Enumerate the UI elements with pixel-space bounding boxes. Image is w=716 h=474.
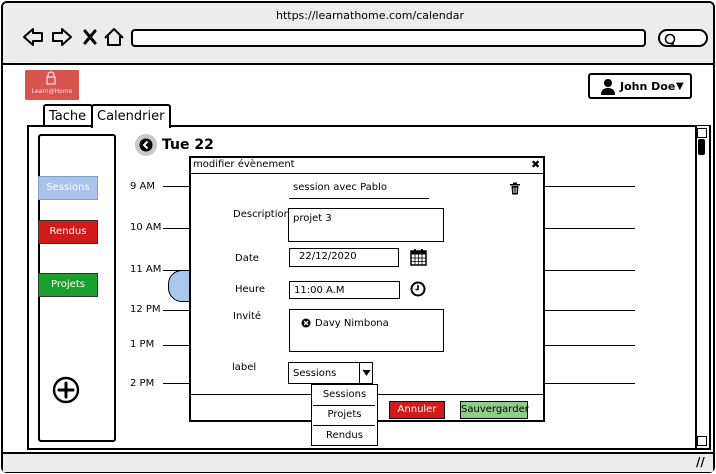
date-value: 22/12/2020 — [299, 251, 357, 262]
hour-line — [545, 228, 635, 229]
dropdown-divider — [313, 405, 375, 406]
hour-line — [163, 228, 191, 229]
date-label: Date — [235, 253, 259, 264]
chevron-down-icon — [359, 363, 373, 383]
title-underline — [289, 198, 429, 199]
label-rendus-button[interactable]: Rendus — [38, 220, 98, 244]
label-text: Sessions — [46, 182, 90, 193]
vertical-scrollbar[interactable] — [695, 126, 709, 448]
save-button[interactable]: Sauvergarder — [460, 401, 529, 419]
label-text: Projets — [51, 279, 85, 290]
address-bar[interactable] — [131, 29, 646, 47]
day-title: Tue 22 — [162, 137, 214, 153]
trash-icon[interactable] — [509, 182, 521, 195]
search-field[interactable] — [658, 29, 708, 47]
cancel-label: Annuler — [397, 404, 437, 415]
hour-line — [545, 383, 635, 384]
hour-label: 9 AM — [130, 181, 156, 192]
dropdown-divider — [313, 425, 375, 426]
forward-arrow-icon[interactable] — [51, 24, 73, 50]
dropdown-option-rendus[interactable]: Rendus — [311, 430, 378, 441]
chevron-down-icon: ▼ — [676, 81, 684, 92]
close-x-icon[interactable] — [82, 24, 98, 50]
previous-day-button[interactable] — [135, 134, 157, 156]
user-name: John Doe — [620, 80, 676, 93]
hour-label: 1 PM — [130, 339, 155, 350]
label-sessions-button[interactable]: Sessions — [38, 176, 98, 200]
tab-tache[interactable]: Tache — [43, 104, 93, 126]
time-label: Heure — [235, 284, 266, 295]
tab-calendrier[interactable]: Calendrier — [91, 104, 171, 128]
scroll-up-button[interactable] — [697, 128, 707, 138]
cancel-button[interactable]: Annuler — [389, 401, 445, 419]
invitee-name: Davy Nimbona — [315, 318, 389, 329]
hour-line — [545, 186, 635, 187]
hour-line — [163, 383, 191, 384]
user-icon — [601, 79, 615, 95]
close-icon[interactable]: ✖ — [531, 158, 540, 171]
home-icon[interactable] — [103, 24, 125, 50]
invitee-list[interactable]: Davy Nimbona — [289, 309, 444, 352]
tab-label: Calendrier — [97, 109, 165, 124]
hour-line — [545, 310, 635, 311]
dropdown-option-projets[interactable]: Projets — [311, 409, 378, 420]
resize-grip-icon[interactable]: // — [696, 455, 705, 469]
page-url: https://learnathome.com/calendar — [275, 9, 465, 22]
hour-label: 12 PM — [130, 304, 161, 315]
invite-label: Invité — [233, 311, 262, 322]
hour-line — [163, 186, 191, 187]
remove-invitee-icon[interactable] — [301, 318, 311, 328]
user-menu-dropdown[interactable]: John Doe ▼ — [588, 73, 692, 99]
clock-icon[interactable] — [410, 281, 426, 297]
label-projets-button[interactable]: Projets — [38, 273, 98, 297]
label-select-value: Sessions — [293, 368, 337, 379]
event-title-field[interactable]: session avec Pablo — [293, 182, 387, 193]
hour-line — [545, 345, 635, 346]
plus-circle-icon[interactable] — [52, 376, 80, 404]
logo-text: Learn@Home — [31, 88, 73, 95]
chevron-left-icon — [139, 138, 153, 152]
hour-label: 11 AM — [130, 264, 162, 275]
calendar-icon[interactable] — [410, 248, 427, 266]
dropdown-option-sessions[interactable]: Sessions — [311, 389, 378, 400]
modal-title: modifier évènement — [193, 159, 295, 170]
date-input[interactable]: 22/12/2020 — [289, 248, 399, 267]
back-arrow-icon[interactable] — [22, 24, 44, 50]
browser-status-bar — [3, 452, 713, 472]
time-input[interactable]: 11:00 A.M — [289, 281, 400, 299]
app-logo[interactable]: Learn@Home — [25, 70, 79, 100]
search-icon — [664, 33, 676, 45]
tab-label: Tache — [49, 109, 87, 124]
label-text: Rendus — [49, 226, 87, 237]
scroll-down-button[interactable] — [697, 436, 707, 446]
hour-label: 10 AM — [130, 222, 162, 233]
save-label: Sauvergarder — [461, 404, 529, 415]
time-value: 11:00 A.M — [294, 285, 345, 296]
description-label: Description — [233, 209, 290, 220]
description-input[interactable]: projet 3 — [288, 208, 444, 242]
hour-line — [163, 345, 191, 346]
label-select[interactable]: Sessions — [288, 362, 373, 384]
scroll-thumb[interactable] — [698, 139, 705, 155]
hour-label: 2 PM — [130, 378, 155, 389]
label-field-label: label — [232, 362, 257, 373]
lock-icon — [46, 71, 56, 85]
hour-line — [545, 270, 635, 271]
hour-line — [163, 310, 191, 311]
description-value: projet 3 — [293, 213, 332, 224]
